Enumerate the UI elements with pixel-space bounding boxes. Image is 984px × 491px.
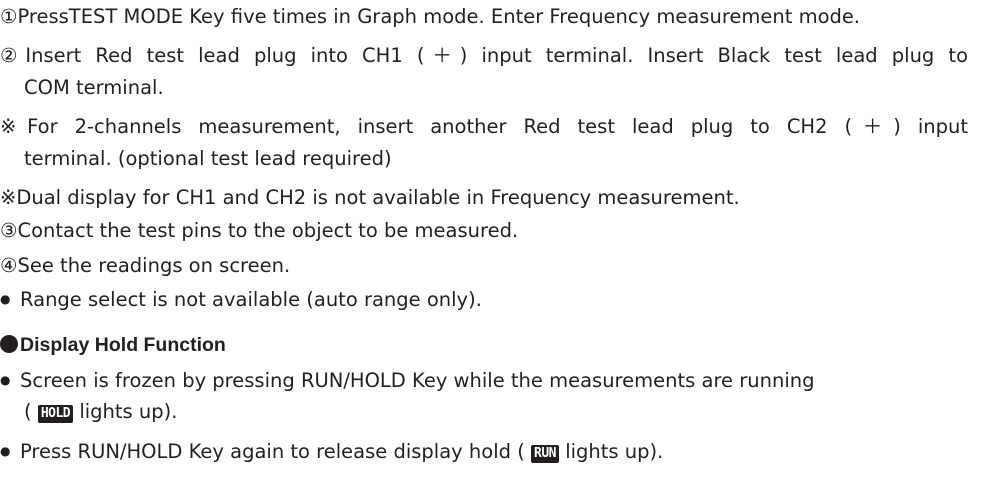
step-4: ④See the readings on screen. — [0, 254, 291, 277]
hold-item-2-text: Press RUN/HOLD Key again to release disp… — [20, 440, 525, 463]
hold-item-2: ● Press RUN/HOLD Key again to release dis… — [0, 438, 984, 465]
section-heading: Display Hold Function — [0, 332, 984, 358]
bullet-icon: ● — [0, 292, 11, 306]
step-2-line-1: ②Insert Red test lead plug into CH1 (＋) … — [0, 44, 968, 67]
note-2: ※Dual display for CH1 and CH2 is not ava… — [0, 186, 740, 209]
range-note: ● Range select is not available (auto ran… — [0, 286, 984, 313]
hold-item-2-tail: lights up). — [565, 440, 664, 463]
hold-item-1-text: Screen is frozen by pressing RUN/HOLD Ke… — [20, 369, 815, 392]
bullet-icon: ● — [0, 373, 11, 387]
hold-item-1-line-2: ( HOLD lights up). — [24, 399, 984, 425]
step-1: ①PressTEST MODE Key five times in Graph … — [0, 5, 861, 28]
paren-open: ( — [24, 400, 32, 423]
manual-page: ①PressTEST MODE Key five times in Graph … — [0, 0, 984, 491]
bullet-icon — [0, 335, 18, 353]
run-indicator-icon: RUN — [531, 445, 559, 463]
step-2-line-2: COM terminal. — [24, 76, 164, 99]
bullet-icon: ● — [0, 444, 11, 458]
step-3: ③Contact the test pins to the object to … — [0, 219, 519, 242]
hold-indicator-icon: HOLD — [37, 405, 74, 423]
note-1-line-2: terminal. (optional test lead required) — [24, 147, 392, 170]
hold-item-1-line-1: ● Screen is frozen by pressing RUN/HOLD K… — [0, 367, 984, 394]
note-1-line-1: ※For 2-channels measurement, insert anot… — [0, 115, 968, 138]
range-note-text: Range select is not available (auto rang… — [20, 288, 482, 311]
section-heading-text: Display Hold Function — [20, 334, 226, 356]
hold-item-1-tail: lights up). — [79, 400, 178, 423]
